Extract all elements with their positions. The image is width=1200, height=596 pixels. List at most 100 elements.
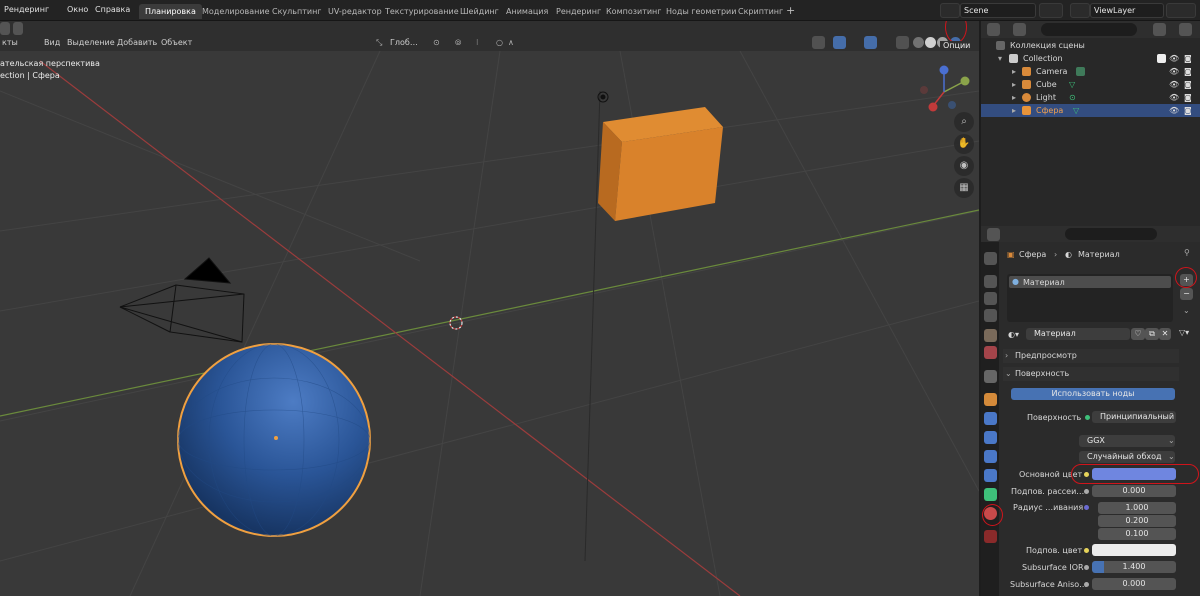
tab-animation[interactable]: Анимация	[500, 4, 554, 19]
wireframe-shading-icon[interactable]	[913, 37, 924, 48]
eye-icon[interactable]: 👁	[1169, 93, 1179, 102]
properties-editor-type[interactable]	[987, 228, 1000, 241]
physics-tab-icon[interactable]	[984, 450, 997, 463]
snap-target-icon[interactable]: ⁝	[476, 38, 479, 47]
perspective-grid-icon[interactable]: ▦	[954, 178, 974, 198]
solid-shading-icon[interactable]	[925, 37, 936, 48]
subsurface-method-select[interactable]: Случайный обход	[1079, 451, 1175, 463]
light-data-icon[interactable]: ⊙	[1069, 93, 1076, 102]
use-nodes-button[interactable]: Использовать ноды	[1011, 388, 1175, 400]
particles-tab-icon[interactable]	[984, 431, 997, 444]
checkbox-icon[interactable]	[1157, 54, 1166, 63]
tab-geometry-nodes[interactable]: Ноды геометрии	[660, 4, 742, 19]
tab-uv-editing[interactable]: UV-редактор	[322, 4, 388, 19]
tab-sculpting[interactable]: Скульптинг	[266, 4, 328, 19]
editor-type-button[interactable]	[0, 22, 10, 35]
tab-modeling[interactable]: Моделирование	[196, 4, 276, 19]
filter-button[interactable]	[1153, 23, 1166, 36]
slot-menu-chevron-icon[interactable]: ⌄	[1183, 306, 1190, 315]
expand-icon[interactable]: ▸	[1012, 80, 1016, 89]
scene-actions[interactable]	[1039, 3, 1063, 18]
material-browse-icon[interactable]: ◐▾	[1008, 330, 1019, 339]
radius-socket-icon[interactable]	[1084, 505, 1089, 510]
object-tab-icon[interactable]	[984, 393, 997, 406]
material-name-field[interactable]: Материал	[1026, 328, 1130, 340]
zoom-icon[interactable]: ⌕	[954, 112, 974, 132]
menu-window[interactable]: Окно	[67, 5, 88, 14]
tab-compositing[interactable]: Композитинг	[600, 4, 667, 19]
viewlayer-type-button[interactable]	[1070, 3, 1090, 18]
scene-type-button[interactable]	[940, 3, 960, 18]
menu-object[interactable]: Объект	[161, 38, 192, 47]
subsurface-ior-socket-icon[interactable]	[1084, 565, 1089, 570]
unlink-icon[interactable]: ✕	[1159, 328, 1171, 340]
render-camera-icon[interactable]: ◙	[1184, 67, 1194, 76]
subsurface-ior-field[interactable]: 1.400	[1092, 561, 1176, 573]
falloff-icon[interactable]: ∧	[508, 38, 514, 47]
expand-icon[interactable]: ▸	[1012, 106, 1016, 115]
snap-icon[interactable]: ⦾	[455, 38, 461, 48]
expand-icon[interactable]: ▾	[998, 54, 1002, 63]
eye-icon[interactable]: 👁	[1169, 54, 1179, 63]
3d-viewport[interactable]: кты Вид Выделение Добавить Объект ⤡ Глоб…	[0, 21, 979, 596]
surface-socket-icon[interactable]	[1085, 415, 1090, 420]
render-tab-icon[interactable]	[984, 275, 997, 288]
render-camera-icon[interactable]: ◙	[1184, 54, 1194, 63]
gizmo-toggle-button[interactable]	[833, 36, 846, 49]
display-mode-button[interactable]	[1013, 23, 1026, 36]
radius-x-field[interactable]: 1.000	[1098, 502, 1176, 514]
distribution-select[interactable]: GGX	[1079, 435, 1175, 447]
camera-data-icon[interactable]	[1076, 67, 1085, 76]
texture-tab-icon[interactable]	[984, 530, 997, 543]
subsurface-aniso-field[interactable]: 0.000	[1092, 578, 1176, 590]
subsurface-field[interactable]: 0.000	[1092, 485, 1176, 497]
view-layer-tab-icon[interactable]	[984, 309, 997, 322]
collection-tab-icon[interactable]	[984, 370, 997, 383]
render-camera-icon[interactable]: ◙	[1184, 93, 1194, 102]
scene-collection-row[interactable]: Коллекция сцены	[981, 39, 1200, 52]
pivot-icon[interactable]: ⊙	[433, 38, 440, 47]
tool-tab-icon[interactable]	[984, 252, 997, 265]
data-tab-icon[interactable]	[984, 488, 997, 501]
tab-texture-paint[interactable]: Текстурирование	[379, 4, 465, 19]
eye-icon[interactable]: 👁	[1169, 67, 1179, 76]
subsurface-color-swatch[interactable]	[1092, 544, 1176, 556]
fake-user-icon[interactable]: ♡	[1131, 328, 1145, 340]
camera-view-icon[interactable]: ◉	[954, 156, 974, 176]
subsurface-aniso-socket-icon[interactable]	[1084, 582, 1089, 587]
material-slot-row[interactable]: ● Материал	[1009, 276, 1171, 288]
pan-hand-icon[interactable]: ✋	[954, 134, 974, 154]
outliner-row-light[interactable]: ▸ Light ⊙ 👁 ◙	[981, 91, 1200, 104]
outliner-search-input[interactable]	[1041, 23, 1137, 36]
subsurface-socket-icon[interactable]	[1084, 489, 1089, 494]
new-collection-button[interactable]	[1179, 23, 1192, 36]
proportional-icon[interactable]: ○	[496, 38, 503, 47]
outliner-row-camera[interactable]: ▸ Camera 👁 ◙	[981, 65, 1200, 78]
render-camera-icon[interactable]: ◙	[1184, 80, 1194, 89]
menu-objects[interactable]: кты	[2, 38, 18, 47]
menu-help[interactable]: Справка	[95, 5, 130, 14]
overlay-toggle-button[interactable]	[864, 36, 877, 49]
menu-view[interactable]: Вид	[44, 38, 60, 47]
properties-search-input[interactable]	[1065, 228, 1157, 240]
world-tab-icon[interactable]	[984, 346, 997, 359]
panel-surface-header[interactable]: ⌄ Поверхность	[1003, 367, 1179, 381]
visibility-button[interactable]	[812, 36, 825, 49]
surface-shader-field[interactable]: Принципиальный BS…	[1092, 411, 1176, 423]
radius-z-field[interactable]: 0.100	[1098, 528, 1176, 540]
xray-button[interactable]	[896, 36, 909, 49]
mesh-data-icon[interactable]: ▽	[1073, 106, 1079, 115]
expand-icon[interactable]: ▸	[1012, 93, 1016, 102]
duplicate-icon[interactable]: ⧉	[1145, 328, 1159, 340]
outliner-row-collection[interactable]: ▾ Collection 👁 ◙	[981, 52, 1200, 65]
menu-add[interactable]: Добавить	[117, 38, 157, 47]
render-camera-icon[interactable]: ◙	[1184, 106, 1194, 115]
transform-orientation[interactable]: Глоб…	[390, 38, 418, 47]
output-tab-icon[interactable]	[984, 292, 997, 305]
tab-shading[interactable]: Шейдинг	[454, 4, 505, 19]
constraints-tab-icon[interactable]	[984, 469, 997, 482]
menu-render[interactable]: Рендеринг	[4, 5, 49, 14]
outliner-row-sphere[interactable]: ▸ Сфера ▽ 👁 ◙	[981, 104, 1200, 117]
link-dropdown-icon[interactable]: ▽▾	[1179, 328, 1189, 337]
pin-icon[interactable]: ⚲	[1184, 248, 1190, 257]
